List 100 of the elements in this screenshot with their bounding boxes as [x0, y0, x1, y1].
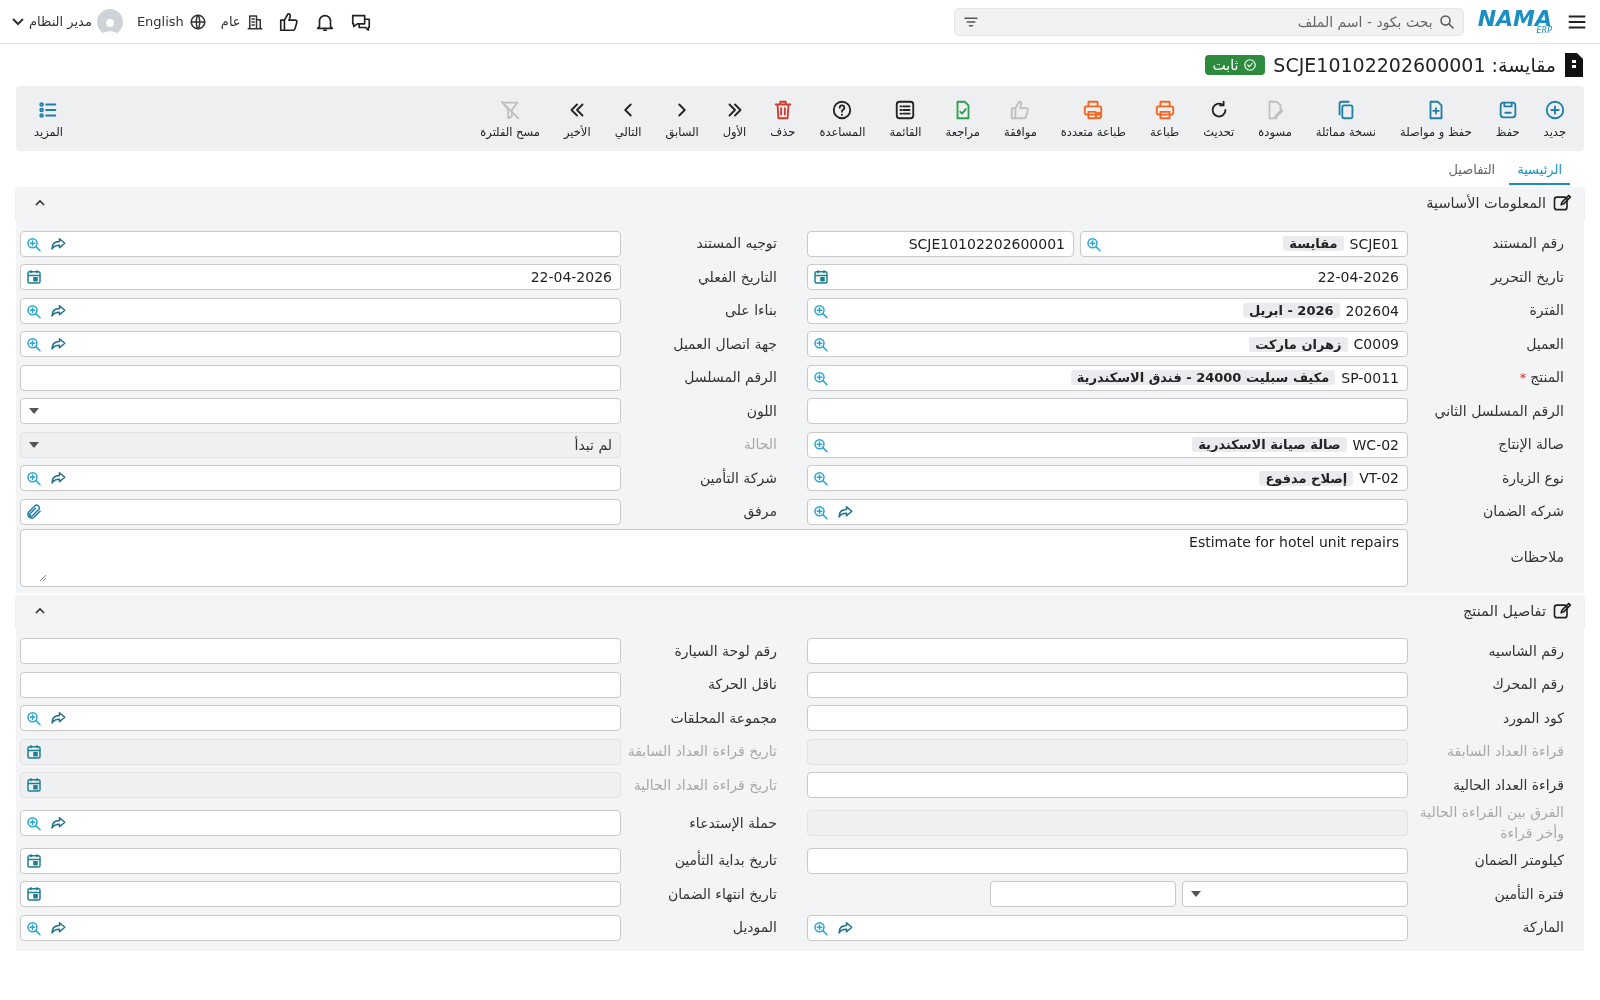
search-plus-icon[interactable] — [812, 335, 830, 354]
branch-button[interactable]: عام — [220, 12, 264, 31]
field-label: مجموعة المحلقات — [670, 708, 777, 729]
lookup-field[interactable] — [807, 914, 1408, 941]
date-field[interactable]: 22-04-2026 — [20, 264, 621, 291]
toolbar-button[interactable]: طباعة — [1138, 94, 1192, 143]
toolbar-button[interactable]: التالي — [602, 94, 654, 143]
field-label: ملاحظات — [1510, 548, 1564, 567]
field-label: توجيه المستند — [696, 234, 777, 254]
toolbar-button[interactable]: حفظ و مواصلة — [1388, 94, 1484, 143]
language-button[interactable]: English — [136, 12, 207, 31]
field-label: تاريخ قراءة العداد السابقة — [627, 742, 777, 762]
text-field[interactable] — [807, 638, 1408, 665]
check-circle-icon — [1243, 58, 1258, 72]
field-label: تاريخ انتهاء الضمان — [668, 884, 777, 905]
lookup-field[interactable] — [20, 705, 621, 732]
lookup-field[interactable] — [20, 230, 621, 257]
name-tag: 2026 - ابريل — [1243, 303, 1340, 319]
dropdown[interactable] — [1182, 881, 1408, 908]
field-label: المنتج — [1530, 368, 1564, 388]
lookup-field[interactable] — [20, 465, 621, 492]
field-label: الفترة — [1529, 301, 1564, 321]
toolbar-button[interactable]: حفظ — [1483, 94, 1532, 143]
field-label: تاريخ التحرير — [1490, 267, 1564, 288]
text-field[interactable] — [807, 772, 1408, 799]
page-title: مقايسة: SCJE10102202600001 — [1273, 54, 1556, 76]
avatar-icon — [96, 8, 123, 35]
text-field[interactable] — [807, 847, 1408, 874]
field-label: العميل — [1526, 334, 1564, 354]
field-label: جهة اتصال العميل — [673, 334, 777, 355]
tab[interactable]: الرئيسية — [1509, 155, 1570, 185]
field-label: بناءا على — [725, 301, 777, 321]
text-field[interactable] — [20, 364, 621, 391]
section-header[interactable]: المعلومات الأساسية — [16, 187, 1584, 219]
toolbar-button[interactable]: الأول — [710, 94, 759, 143]
toolbar-button[interactable]: المساعدة — [807, 94, 878, 143]
text-field[interactable] — [990, 881, 1176, 908]
field-label: الماركة — [1522, 918, 1564, 938]
more-button[interactable]: المزيد — [22, 94, 75, 143]
search-plus-icon[interactable] — [812, 469, 830, 488]
text-field[interactable] — [807, 705, 1408, 732]
globe-icon — [188, 12, 207, 31]
name-tag: زهران ماركت — [1249, 336, 1348, 352]
toolbar-button[interactable]: طباعة متعددة — [1048, 94, 1138, 143]
search-plus-icon[interactable] — [25, 814, 43, 832]
search-plus-icon[interactable] — [25, 469, 43, 488]
calendar-icon[interactable] — [25, 851, 43, 870]
text-field[interactable] — [807, 671, 1408, 698]
calendar-icon[interactable] — [25, 268, 43, 287]
status-badge: ثابت — [1204, 55, 1266, 75]
date-field[interactable] — [20, 847, 621, 874]
name-tag: مكيف سبليت 24000 - فندق الاسكندرية — [1070, 370, 1336, 386]
field-label: ناقل الحركة — [708, 675, 777, 695]
building-icon — [245, 12, 264, 31]
field-label: رقم لوحة السيارة — [674, 641, 777, 662]
toolbar-button[interactable]: السابق — [653, 94, 711, 143]
date-field[interactable]: 22-04-2026 — [807, 264, 1408, 291]
name-tag: مقايسة — [1283, 236, 1344, 252]
paperclip-icon[interactable] — [25, 502, 43, 521]
toolbar-button[interactable]: القائمة — [877, 94, 934, 143]
toolbar-button[interactable]: جديد — [1531, 94, 1578, 143]
lookup-field[interactable] — [20, 810, 621, 836]
field-label: كيلومتر الضمان — [1474, 851, 1564, 871]
search-field[interactable]: بحث بكود - اسم الملف — [953, 7, 1464, 36]
search-plus-icon[interactable] — [25, 709, 43, 728]
text-field[interactable] — [807, 398, 1408, 425]
text-field[interactable] — [20, 671, 621, 698]
tab[interactable]: التفاصيل — [1440, 155, 1504, 185]
edit-icon — [1552, 600, 1572, 621]
calendar-icon[interactable] — [812, 268, 830, 287]
name-tag: إصلاح مدفوع — [1259, 470, 1354, 486]
search-plus-icon[interactable] — [25, 335, 43, 354]
text-field[interactable] — [20, 638, 621, 665]
notes-field[interactable]: Estimate for hotel unit repairs — [20, 528, 1408, 587]
field-label: التاريخ الفعلي — [697, 267, 777, 288]
lookup-field[interactable] — [807, 498, 1408, 525]
section-header[interactable]: تفاصيل المنتج — [16, 594, 1584, 627]
search-icon — [1437, 12, 1456, 31]
resize-handle-icon[interactable] — [39, 573, 47, 582]
field-label: تاريخ بداية التأمين — [674, 850, 777, 871]
toolbar-button[interactable]: مراجعة — [933, 94, 993, 143]
field-label: شركة التأمين — [699, 467, 777, 489]
lookup-field[interactable] — [20, 297, 621, 324]
toolbar-button[interactable]: الأخير — [551, 94, 603, 143]
text-field[interactable]: SCJE10102202600001 — [807, 230, 1074, 257]
field-label: نوع الزيارة — [1501, 468, 1564, 489]
thumbs-up-icon[interactable] — [277, 10, 300, 33]
attachment-field[interactable] — [20, 498, 621, 525]
lookup-field[interactable] — [20, 914, 621, 941]
calendar-icon[interactable] — [25, 885, 43, 904]
chevron-down-icon — [12, 17, 24, 26]
toolbar-button[interactable]: نسخة مماثلة — [1303, 94, 1388, 143]
field-label: اللون — [746, 401, 777, 422]
toolbar-button[interactable]: حذف — [758, 94, 808, 143]
date-field[interactable] — [20, 881, 621, 908]
lookup-field[interactable] — [20, 331, 621, 358]
user-menu[interactable]: مدير النظام — [12, 8, 123, 35]
dropdown[interactable] — [20, 398, 621, 425]
field-label: الحالة — [743, 435, 777, 455]
toolbar-button[interactable]: تحديث — [1191, 94, 1247, 143]
